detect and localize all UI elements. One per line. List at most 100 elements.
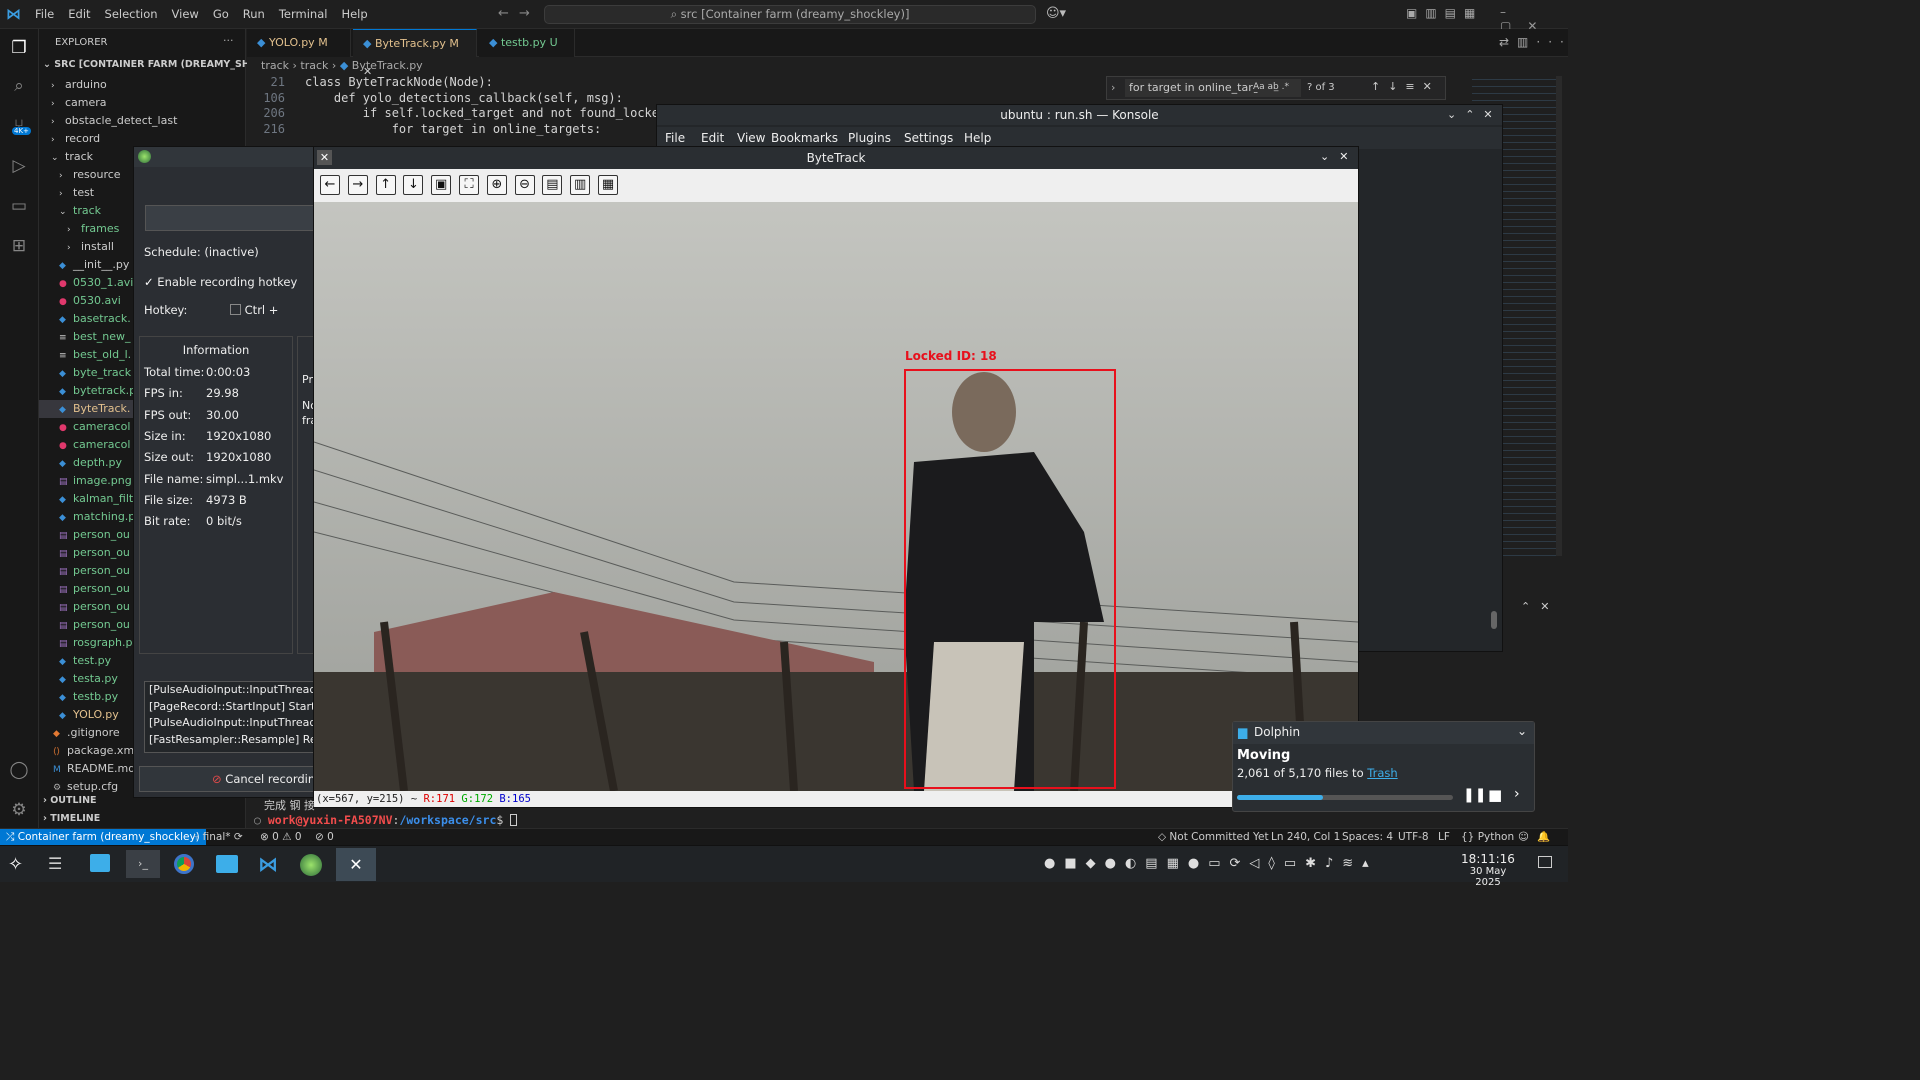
- menu-item-go[interactable]: Go: [206, 0, 236, 29]
- zoom-out-icon[interactable]: ⊖: [514, 175, 535, 195]
- tree-folder[interactable]: › camera: [39, 94, 246, 112]
- zoom-in-icon[interactable]: ⊕: [486, 175, 507, 195]
- info-title: Information: [182, 343, 250, 357]
- arrow-right-icon[interactable]: →: [347, 175, 368, 195]
- nav-forward-icon[interactable]: →: [519, 6, 530, 21]
- log-box[interactable]: [PulseAudioInput::InputThread [PageRecord…: [144, 681, 322, 753]
- match-case-icon[interactable]: Aa ab̲ .*: [1253, 82, 1289, 92]
- dolphin-task-icon[interactable]: [216, 855, 238, 873]
- properties-icon[interactable]: ▦: [598, 175, 618, 195]
- nav-back-icon[interactable]: ←: [498, 6, 509, 21]
- show-desktop-icon[interactable]: [1538, 856, 1552, 868]
- konsole-menu-file[interactable]: File: [665, 131, 685, 145]
- remote-indicator[interactable]: ⤮ Container farm (dreamy_shockley): [0, 829, 206, 845]
- breadcrumb-item[interactable]: track: [300, 59, 328, 72]
- breadcrumb-item[interactable]: ByteTrack.py: [352, 59, 423, 72]
- konsole-menu-help[interactable]: Help: [964, 131, 991, 145]
- menu-item-view[interactable]: View: [165, 0, 206, 29]
- tree-folder[interactable]: › arduino: [39, 76, 246, 94]
- search-icon[interactable]: ⌕: [8, 75, 30, 97]
- enable-hotkey-checkbox[interactable]: ✓ Enable recording hotkey: [144, 275, 297, 289]
- pause-icon[interactable]: ❚❚: [1463, 787, 1486, 803]
- konsole-menu-edit[interactable]: Edit: [701, 131, 724, 145]
- camera-frame[interactable]: Locked ID: 18: [314, 202, 1358, 791]
- arrow-left-icon[interactable]: ←: [320, 175, 340, 195]
- info-value: 0 bit/s: [206, 514, 242, 529]
- konsole-menu-bookmarks[interactable]: Bookmarks: [771, 131, 838, 145]
- extensions-icon[interactable]: ⊞: [8, 235, 30, 257]
- konsole-menu-plugins[interactable]: Plugins: [848, 131, 891, 145]
- clock-time: 18:11:16: [1461, 852, 1515, 866]
- tab-yolo[interactable]: ◆ YOLO.py M: [247, 29, 351, 57]
- task-manager-icon[interactable]: ☰: [48, 854, 62, 873]
- discover-store-icon[interactable]: [90, 854, 110, 872]
- tree-item-label: person_ou: [73, 546, 130, 559]
- tab-bytetrack[interactable]: ◆ ByteTrack.py M ✕: [353, 29, 477, 78]
- menu-item-help[interactable]: Help: [334, 0, 374, 29]
- explorer-icon[interactable]: ❐: [8, 37, 30, 59]
- arrow-up-icon[interactable]: ↑: [375, 175, 396, 195]
- menu-item-file[interactable]: File: [28, 0, 61, 29]
- notifications-icon[interactable]: ☺🔔: [1518, 829, 1558, 845]
- menu-item-run[interactable]: Run: [236, 0, 272, 29]
- konsole-window-controls[interactable]: ⌄⌃✕: [1447, 108, 1502, 121]
- editor-actions[interactable]: ⇄▥···: [1499, 35, 1572, 49]
- konsole-menu-settings[interactable]: Settings: [904, 131, 953, 145]
- collapse-icon[interactable]: ⌄: [1517, 724, 1527, 738]
- tab-testb[interactable]: ◆ testb.py U: [479, 29, 575, 57]
- cancel-recording-button[interactable]: ⊘ Cancel recording: [139, 766, 323, 792]
- encoding-indicator[interactable]: UTF-8: [1398, 829, 1429, 845]
- find-expand-icon[interactable]: ›: [1111, 81, 1115, 94]
- tree-folder[interactable]: › obstacle_detect_last: [39, 112, 246, 130]
- more-actions-icon[interactable]: ···: [223, 34, 234, 47]
- find-nav-icons[interactable]: ↑↓≡✕: [1371, 80, 1440, 93]
- arrow-down-icon[interactable]: ↓: [403, 175, 424, 195]
- layout-icons[interactable]: ▣▥▤▦: [1406, 6, 1483, 20]
- problems-indicator[interactable]: ⊗ 0 ⚠ 0: [260, 829, 302, 845]
- settings-gear-icon[interactable]: ⚙: [8, 799, 30, 821]
- x11-task-icon[interactable]: ✕: [336, 848, 376, 881]
- breadcrumb-item[interactable]: track: [261, 59, 289, 72]
- copilot-icon[interactable]: ☺▾: [1046, 6, 1066, 21]
- copy-icon[interactable]: ▥: [570, 175, 591, 195]
- ports-indicator[interactable]: ⊘ 0: [315, 829, 334, 845]
- command-center[interactable]: ⌕ src [Container farm (dreamy_shockley)]: [544, 5, 1036, 24]
- ctrl-checkbox[interactable]: Ctrl +: [230, 303, 278, 317]
- save-icon[interactable]: ▤: [542, 175, 563, 195]
- image-icon[interactable]: ▣: [431, 175, 452, 195]
- run-debug-icon[interactable]: ▷: [8, 155, 30, 177]
- konsole-scrollbar[interactable]: [1491, 611, 1497, 629]
- eol-indicator[interactable]: LF: [1438, 829, 1450, 845]
- breadcrumb[interactable]: track › track › ◆ ByteTrack.py: [261, 59, 423, 72]
- clock[interactable]: 18:11:16 30 May 2025: [1456, 852, 1520, 888]
- branch-indicator[interactable]: ⑂ final* ⟳: [193, 829, 243, 845]
- vscode-task-icon[interactable]: ⋈: [258, 852, 278, 876]
- recorder-task-icon[interactable]: [300, 854, 322, 876]
- outline-section[interactable]: › OUTLINE: [43, 795, 97, 806]
- timeline-section[interactable]: › TIMELINE: [43, 813, 100, 824]
- details-arrow-icon[interactable]: ›: [1514, 786, 1520, 802]
- app-launcher-icon[interactable]: ✧: [8, 854, 23, 875]
- system-tray-icons[interactable]: ●■◆●◐▤▦●▭⟳◁◊▭✱♪≋▴: [1044, 856, 1378, 871]
- trash-link[interactable]: Trash: [1367, 766, 1397, 780]
- chrome-icon[interactable]: [174, 854, 194, 874]
- menu-item-terminal[interactable]: Terminal: [272, 0, 335, 29]
- commit-indicator[interactable]: ◇ Not Committed Yet: [1158, 829, 1269, 845]
- image-fit-icon[interactable]: ⛶: [459, 175, 479, 195]
- bytetrack-window-controls[interactable]: ⌄✕: [1320, 150, 1358, 163]
- cursor-position[interactable]: Ln 240, Col 1: [1271, 829, 1340, 845]
- recorder-input-field[interactable]: [145, 205, 323, 231]
- terminal-prompt[interactable]: ○ work@yuxin-FA507NV:/workspace/src$: [254, 813, 518, 827]
- konsole-task-icon[interactable]: ›_: [126, 850, 160, 878]
- stop-icon[interactable]: ■: [1488, 786, 1502, 804]
- terminal-user: work@yuxin-FA507NV: [267, 813, 393, 827]
- menu-item-selection[interactable]: Selection: [98, 0, 165, 29]
- konsole-menu-view[interactable]: View: [737, 131, 765, 145]
- language-indicator[interactable]: {} Python: [1461, 829, 1514, 845]
- secondary-panel-controls[interactable]: ⌃✕: [1521, 600, 1559, 613]
- indent-indicator[interactable]: Spaces: 4: [1342, 829, 1393, 845]
- remote-explorer-icon[interactable]: ▭: [8, 195, 30, 217]
- menu-item-edit[interactable]: Edit: [61, 0, 97, 29]
- account-icon[interactable]: ◯: [8, 759, 30, 781]
- minimap-scrollbar[interactable]: [1556, 76, 1562, 556]
